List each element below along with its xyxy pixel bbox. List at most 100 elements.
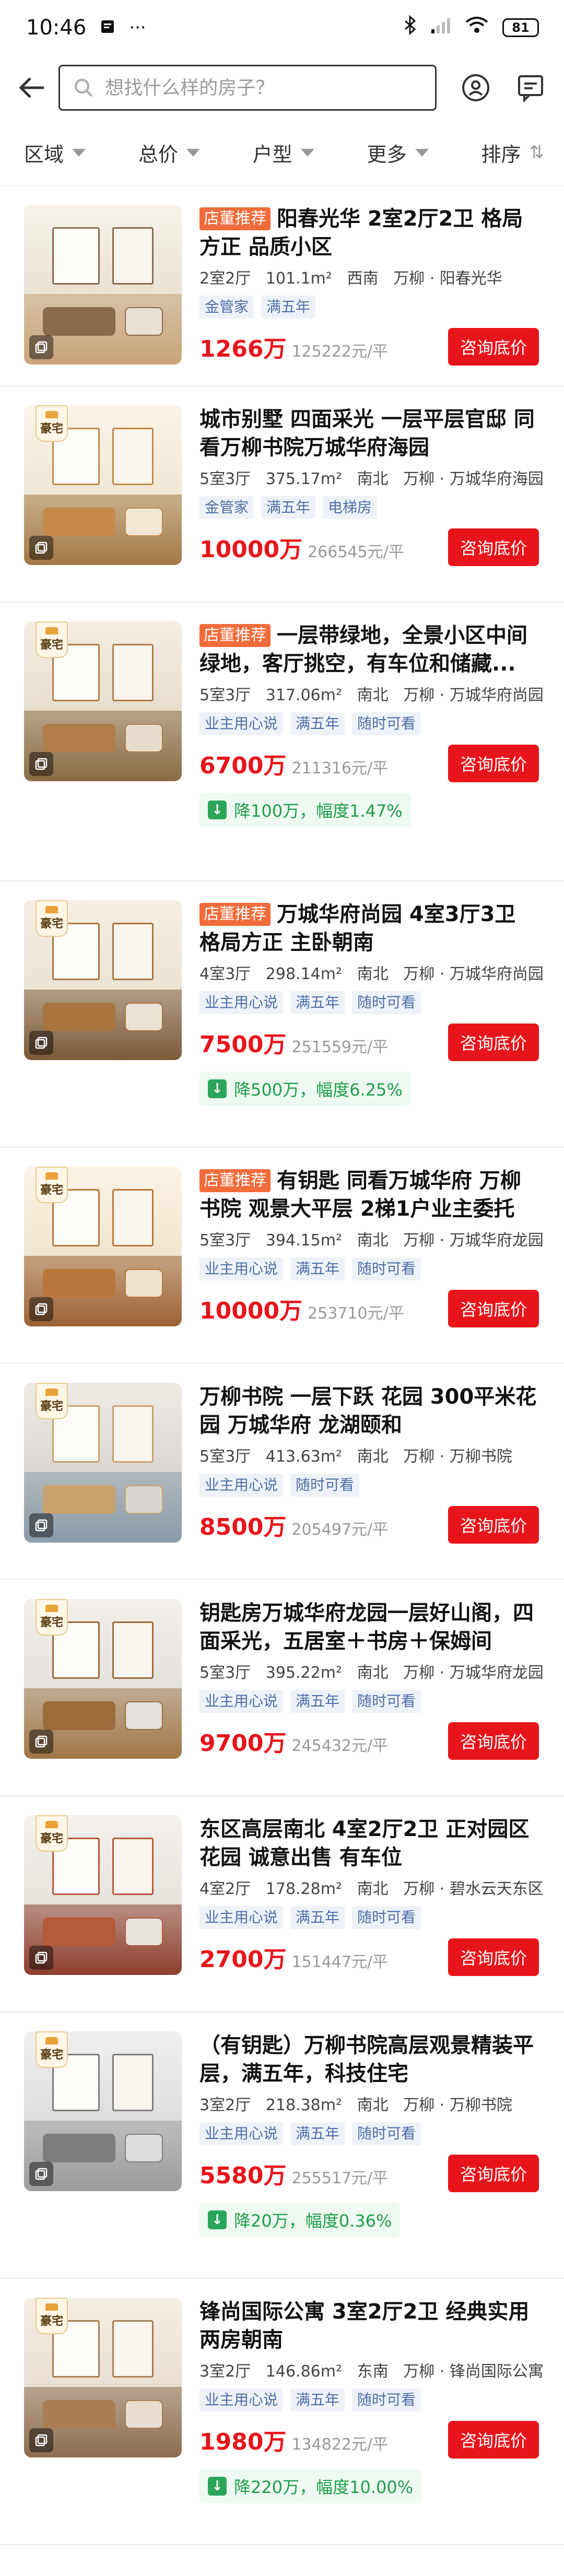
- listing-tags: 业主用心说 满五年 随时可看: [199, 2389, 539, 2412]
- price-group: 9700万 245432元/平: [199, 1724, 388, 1758]
- filter-sort[interactable]: 排序 ⇅: [481, 138, 544, 167]
- consult-price-button[interactable]: 咨询底价: [448, 1290, 539, 1327]
- listing-title-text: 东区高层南北 4室2厅2卫 正对园区花园 诚意出售 有车位: [199, 1817, 530, 1869]
- listing-location: 万柳 · 阳春光华: [393, 269, 502, 288]
- consult-price-button[interactable]: 咨询底价: [448, 328, 539, 366]
- listing-title: 店董推荐 有钥匙 同看万城华府 万柳书院 观景大平层 2梯1户业主委托: [199, 1167, 539, 1223]
- listing-card[interactable]: 豪宅 万柳书院 一层下跃 花园 300平米花园 万城华府 龙湖颐和 5室3厅 4…: [0, 1364, 564, 1580]
- listing-title: 东区高层南北 4室2厅2卫 正对园区花园 诚意出售 有车位: [199, 1815, 539, 1872]
- listing-info: （有钥匙）万柳书院高层观景精装平层，满五年，科技住宅 3室2厅 218.38m²…: [199, 2031, 539, 2278]
- down-arrow-icon: [186, 148, 200, 157]
- filter-district[interactable]: 区域: [24, 138, 86, 167]
- photo-furniture: [125, 1002, 163, 1031]
- listing-photo[interactable]: 豪宅: [24, 2298, 182, 2457]
- listing-title-text: 城市别墅 四面采光 一层平层官邸 同看万柳书院万城华府海园: [199, 407, 535, 460]
- photo-furniture: [125, 2399, 163, 2429]
- listing-area: 101.1m²: [265, 269, 332, 288]
- down-arrow-icon: ↓: [208, 2210, 227, 2229]
- price-drop-badge: ↓ 降20万，幅度0.36%: [199, 2203, 401, 2237]
- search-box[interactable]: [58, 65, 437, 111]
- photo-gallery-icon: [29, 2162, 53, 2186]
- listing-tags: 业主用心说 满五年 随时可看: [199, 1257, 539, 1280]
- unit-price: 251559元/平: [291, 1038, 389, 1056]
- listing-info: 万柳书院 一层下跃 花园 300平米花园 万城华府 龙湖颐和 5室3厅 413.…: [199, 1383, 539, 1579]
- price-group: 1266万 125222元/平: [199, 330, 388, 363]
- listing-tags: 业主用心说 随时可看: [199, 1474, 539, 1497]
- listing-orientation: 南北: [357, 1231, 389, 1250]
- listing-card[interactable]: 豪宅 店董推荐 万城华府尚园 4室3厅3卫 格局方正 主卧朝南 4室3厅 298.…: [0, 881, 564, 1148]
- consult-price-button[interactable]: 咨询底价: [448, 745, 539, 782]
- listing-photo[interactable]: 豪宅: [24, 621, 182, 781]
- search-input[interactable]: [105, 77, 398, 99]
- unit-price: 205497元/平: [291, 1521, 389, 1539]
- back-arrow-icon: [19, 77, 44, 98]
- feature-tag: 业主用心说: [199, 712, 284, 735]
- unit-price: 245432元/平: [291, 1737, 389, 1755]
- listing-photo[interactable]: 豪宅: [24, 405, 182, 565]
- consult-price-button[interactable]: 咨询底价: [448, 2155, 539, 2192]
- consult-price-button[interactable]: 咨询底价: [448, 1722, 539, 1760]
- listing-details: 4室3厅 298.14m² 南北 万柳 · 万城华府尚园: [199, 961, 544, 984]
- listing-info: 锋尚国际公寓 3室2厅2卫 经典实用 两房朝南 3室2厅 146.86m² 东南…: [199, 2298, 544, 2544]
- filter-more[interactable]: 更多: [367, 138, 429, 167]
- listing-location: 万柳 · 万城华府尚园: [403, 965, 544, 983]
- consult-price-button[interactable]: 咨询底价: [448, 1506, 539, 1544]
- feature-tag: 满五年: [290, 1257, 345, 1280]
- photo-furniture: [43, 2133, 116, 2162]
- listing-orientation: 南北: [357, 965, 389, 983]
- listing-photo[interactable]: 豪宅: [24, 900, 182, 1060]
- photo-furniture: [43, 1268, 116, 1298]
- haozhai-badge-icon: 豪宅: [36, 405, 68, 442]
- price-drop-text: 降100万，幅度1.47%: [234, 801, 403, 821]
- photo-window: [112, 227, 154, 285]
- message-button[interactable]: [514, 69, 546, 106]
- listing-card[interactable]: 店董推荐 阳春光华 2室2厅2卫 格局方正 品质小区 2室2厅 101.1m² 西…: [0, 186, 564, 386]
- consult-price-button[interactable]: 咨询底价: [448, 2421, 539, 2459]
- total-price: 10000万: [199, 1298, 303, 1324]
- price-group: 2700万 151447元/平: [199, 1940, 388, 1974]
- back-button[interactable]: [18, 72, 45, 103]
- listing-card[interactable]: 豪宅 锋尚国际公寓 3室2厅2卫 经典实用 两房朝南 3室2厅 146.86m²…: [0, 2279, 564, 2545]
- consult-price-button[interactable]: 咨询底价: [448, 528, 539, 566]
- listing-photo[interactable]: 豪宅: [24, 1167, 182, 1326]
- filter-label: 排序: [481, 143, 521, 166]
- photo-furniture: [43, 2399, 116, 2429]
- price-row: 8500万 205497元/平 咨询底价: [199, 1506, 539, 1544]
- price-row: 10000万 253710元/平 咨询底价: [199, 1290, 539, 1327]
- listing-card[interactable]: 豪宅 店董推荐 有钥匙 同看万城华府 万柳书院 观景大平层 2梯1户业主委托 5室…: [0, 1148, 564, 1364]
- price-row: 6700万 211316元/平 咨询底价: [199, 745, 539, 782]
- listing-card[interactable]: 豪宅 城市别墅 四面采光 一层平层官邸 同看万柳书院万城华府海园 5室3厅 37…: [0, 386, 564, 603]
- listing-photo[interactable]: 豪宅: [24, 1383, 182, 1543]
- listing-layout: 5室3厅: [199, 1448, 251, 1466]
- listing-details: 5室3厅 413.63m² 南北 万柳 · 万柳书院: [199, 1443, 539, 1466]
- listing-card[interactable]: 豪宅 东区高层南北 4室2厅2卫 正对园区花园 诚意出售 有车位 4室2厅 17…: [0, 1796, 564, 2013]
- listing-area: 375.17m²: [265, 470, 343, 488]
- listing-tags: 金管家 满五年: [199, 296, 539, 319]
- listing-card[interactable]: 豪宅 （有钥匙）万柳书院高层观景精装平层，满五年，科技住宅 3室2厅 218.3…: [0, 2013, 564, 2279]
- map-location-button[interactable]: [460, 69, 491, 106]
- price-group: 5580万 255517元/平: [199, 2157, 388, 2190]
- listing-title: 万柳书院 一层下跃 花园 300平米花园 万城华府 龙湖颐和: [199, 1383, 539, 1439]
- down-arrow-icon: ↓: [208, 801, 227, 819]
- feature-tag: 业主用心说: [199, 1690, 284, 1713]
- filter-layout[interactable]: 户型: [253, 138, 314, 167]
- listing-tags: 业主用心说 满五年 随时可看: [199, 1690, 539, 1713]
- listing-location: 万柳 · 万城华府海园: [403, 470, 544, 488]
- listing-photo[interactable]: [24, 205, 182, 364]
- listing-card[interactable]: 豪宅 店董推荐 一层带绿地，全景小区中间绿地，客厅挑空，有车位和储藏... 5室3…: [0, 603, 564, 881]
- price-row: 1980万 134822元/平 咨询底价: [199, 2421, 539, 2459]
- filter-total-price[interactable]: 总价: [138, 138, 200, 167]
- listing-card[interactable]: 豪宅 钥匙房万城华府龙园一层好山阁，四面采光，五居室＋书房＋保姆间 5室3厅 3…: [0, 1580, 564, 1796]
- consult-price-button[interactable]: 咨询底价: [448, 1024, 539, 1061]
- consult-price-button[interactable]: 咨询底价: [448, 1938, 539, 1976]
- photo-furniture: [43, 1701, 116, 1730]
- unit-price: 134822元/平: [291, 2436, 389, 2454]
- store-recommend-badge: 店董推荐: [199, 903, 271, 926]
- listing-photo[interactable]: 豪宅: [24, 2031, 182, 2191]
- photo-window: [52, 227, 100, 285]
- message-icon: [518, 75, 543, 103]
- price-drop-badge: ↓ 降500万，幅度6.25%: [199, 1072, 411, 1106]
- listing-photo[interactable]: 豪宅: [24, 1599, 182, 1759]
- listing-photo[interactable]: 豪宅: [24, 1815, 182, 1975]
- listing-tags: 业主用心说 满五年 随时可看: [199, 991, 539, 1014]
